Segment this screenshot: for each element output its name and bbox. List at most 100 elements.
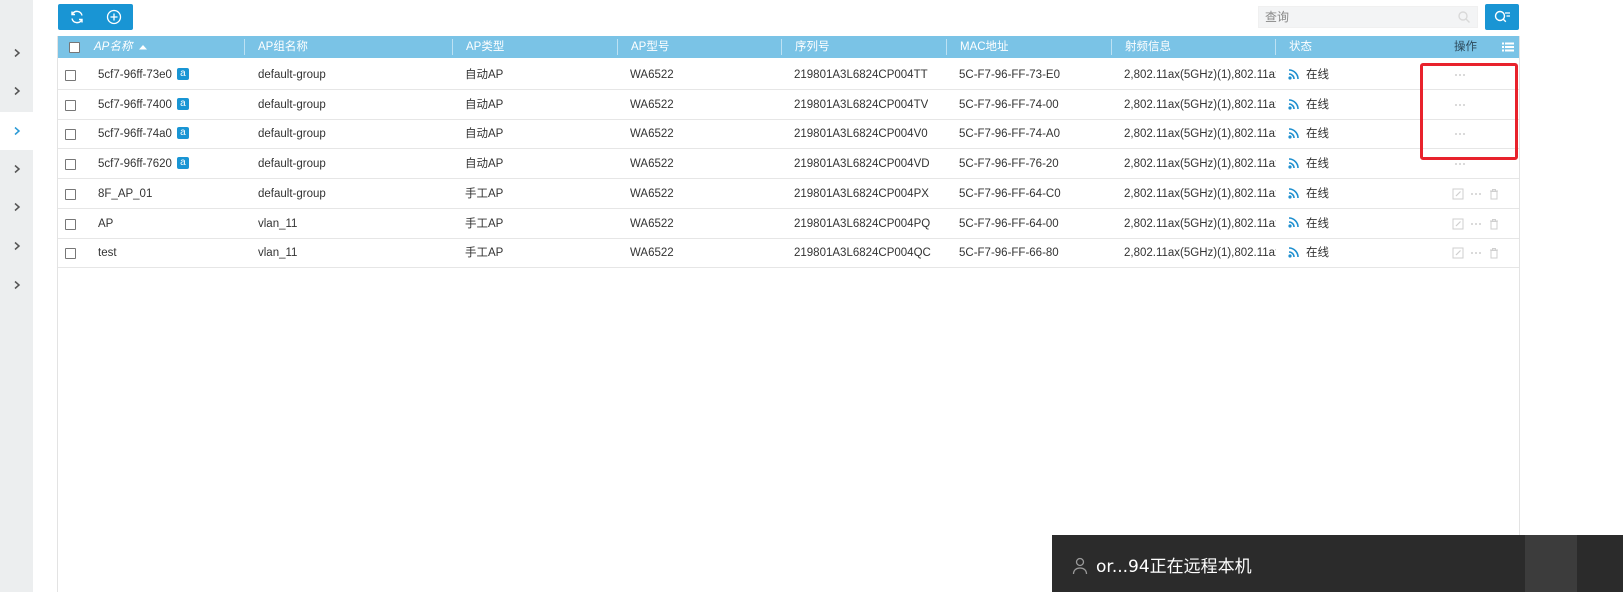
cell-model: WA6522 [630, 128, 674, 141]
search-input[interactable] [1258, 6, 1478, 28]
list-icon[interactable] [1502, 42, 1514, 52]
advanced-search-button[interactable] [1485, 4, 1519, 30]
wifi-signal-icon [1288, 247, 1299, 258]
column-header-name[interactable]: AP名称 [94, 36, 148, 58]
table-row[interactable]: 5cf7-96ff-73e0 a default-group 自动AP WA6522 21… [58, 60, 1519, 90]
ap-table: AP名称 AP组名称 AP类型 AP型号 序列号 MAC地址 射频信息 状态 操… [57, 36, 1520, 592]
row-checkbox[interactable] [65, 218, 76, 230]
sidebar-item[interactable] [0, 227, 33, 265]
sidebar-item[interactable] [0, 72, 33, 110]
sidebar-item[interactable] [0, 34, 33, 72]
table-row[interactable]: 5cf7-96ff-7400 a default-group 自动AP WA6522 21… [58, 90, 1519, 120]
ap-name: AP [98, 217, 114, 230]
column-header-mac[interactable]: MAC地址 [960, 36, 1009, 58]
cell-model: WA6522 [630, 187, 674, 200]
cell-mac: 5C-F7-96-FF-73-E0 [959, 69, 1060, 81]
auto-ap-badge: a [176, 67, 189, 80]
cell-status: 在线 [1288, 209, 1329, 238]
cell-type: 手工AP [465, 217, 504, 230]
edit-icon[interactable] [1452, 247, 1464, 259]
delete-icon[interactable] [1488, 218, 1500, 230]
select-all-checkbox[interactable] [69, 42, 80, 53]
column-header-group[interactable]: AP组名称 [258, 36, 308, 58]
wifi-signal-icon [1288, 98, 1299, 110]
ap-name: 5cf7-96ff-7620 [98, 158, 172, 171]
cell-serial: 219801A3L6824CP004TT [794, 69, 928, 81]
cell-mac: 5C-F7-96-FF-76-20 [959, 158, 1059, 171]
column-header-ops: 操作 [1454, 41, 1477, 53]
table-row[interactable]: test vlan_11 手工AP WA6522 219801A3L6824CP004Q… [58, 238, 1519, 269]
auto-ap-badge: a [176, 127, 189, 140]
cell-radio: 2,802.11ax(5GHz)(1),802.11ax... [1124, 69, 1276, 81]
row-checkbox[interactable] [65, 129, 76, 141]
cell-mac: 5C-F7-96-FF-74-A0 [959, 128, 1060, 141]
row-checkbox[interactable] [65, 99, 76, 111]
row-actions [1452, 246, 1500, 260]
chevron-right-icon [14, 241, 20, 251]
sidebar-item[interactable] [0, 112, 33, 150]
sort-ascending-icon [139, 44, 148, 50]
cell-mac: 5C-F7-96-FF-66-80 [959, 247, 1059, 260]
delete-icon[interactable] [1488, 188, 1500, 200]
table-row[interactable]: 8F_AP_01 default-group 手工AP WA6522 219801A3L… [58, 179, 1519, 209]
cell-type: 自动AP [465, 98, 504, 111]
status-text: 在线 [1306, 69, 1329, 81]
cell-name: 8F_AP_01 [98, 179, 152, 208]
more-icon[interactable] [1470, 247, 1482, 259]
refresh-button[interactable] [58, 4, 95, 30]
cell-mac: 5C-F7-96-FF-74-00 [959, 98, 1059, 111]
more-icon[interactable] [1470, 188, 1482, 200]
cell-model: WA6522 [630, 98, 674, 111]
table-row[interactable]: 5cf7-96ff-7620 a default-group 自动AP WA6522 21… [58, 149, 1519, 180]
table-row[interactable]: AP vlan_11 手工AP WA6522 219801A3L6824CP004PQ 5… [58, 209, 1519, 239]
wifi-signal-icon [1288, 158, 1299, 169]
cell-name: test [98, 238, 117, 267]
edit-icon[interactable] [1452, 188, 1464, 200]
column-header-model[interactable]: AP型号 [631, 36, 669, 58]
cell-status: 在线 [1288, 179, 1329, 208]
remote-control-button[interactable] [1525, 535, 1577, 592]
cell-name: AP [98, 209, 113, 238]
cell-radio: 2,802.11ax(5GHz)(1),802.11ax... [1124, 247, 1276, 260]
column-header-radio[interactable]: 射频信息 [1125, 36, 1171, 58]
cell-model: WA6522 [630, 158, 674, 171]
cell-model: WA6522 [630, 69, 674, 81]
column-header-status[interactable]: 状态 [1289, 36, 1312, 58]
column-header-serial[interactable]: 序列号 [795, 36, 830, 58]
cell-model: WA6522 [630, 247, 674, 260]
edit-icon[interactable] [1452, 218, 1464, 230]
wifi-signal-icon [1288, 69, 1299, 80]
cell-group: default-group [258, 158, 326, 171]
ap-name: 5cf7-96ff-7400 [98, 98, 172, 111]
search-icon[interactable] [1457, 10, 1471, 24]
status-text: 在线 [1306, 217, 1329, 230]
table-row[interactable]: 5cf7-96ff-74a0 a default-group 自动AP WA6522 21… [58, 119, 1519, 150]
cell-group: default-group [258, 128, 326, 141]
chevron-right-icon [14, 48, 20, 58]
cell-serial: 219801A3L6824CP004V0 [794, 128, 928, 141]
chevron-right-icon [14, 126, 20, 136]
ap-name: 5cf7-96ff-73e0 [98, 69, 172, 81]
row-actions [1452, 217, 1500, 231]
wifi-signal-icon [1288, 187, 1299, 199]
sidebar-item[interactable] [0, 150, 33, 188]
sidebar-item[interactable] [0, 188, 33, 226]
remote-control-banner: or...94正在远程本机 [1052, 535, 1623, 592]
row-checkbox[interactable] [65, 70, 76, 81]
cell-mac: 5C-F7-96-FF-64-C0 [959, 187, 1061, 200]
add-button[interactable] [95, 4, 132, 30]
row-checkbox[interactable] [65, 159, 76, 171]
row-actions [1452, 187, 1500, 201]
cell-radio: 2,802.11ax(5GHz)(1),802.11ax... [1124, 158, 1276, 171]
row-checkbox[interactable] [65, 248, 76, 260]
sidebar-item[interactable] [0, 266, 33, 304]
cell-status: 在线 [1288, 60, 1329, 89]
row-checkbox[interactable] [65, 188, 76, 200]
cell-name: 5cf7-96ff-7620 a [98, 149, 189, 178]
more-icon[interactable] [1470, 218, 1482, 230]
chevron-right-icon [14, 280, 20, 290]
cell-model: WA6522 [630, 217, 674, 230]
chevron-right-icon [14, 202, 20, 212]
column-header-type[interactable]: AP类型 [466, 36, 504, 58]
delete-icon[interactable] [1488, 247, 1500, 259]
